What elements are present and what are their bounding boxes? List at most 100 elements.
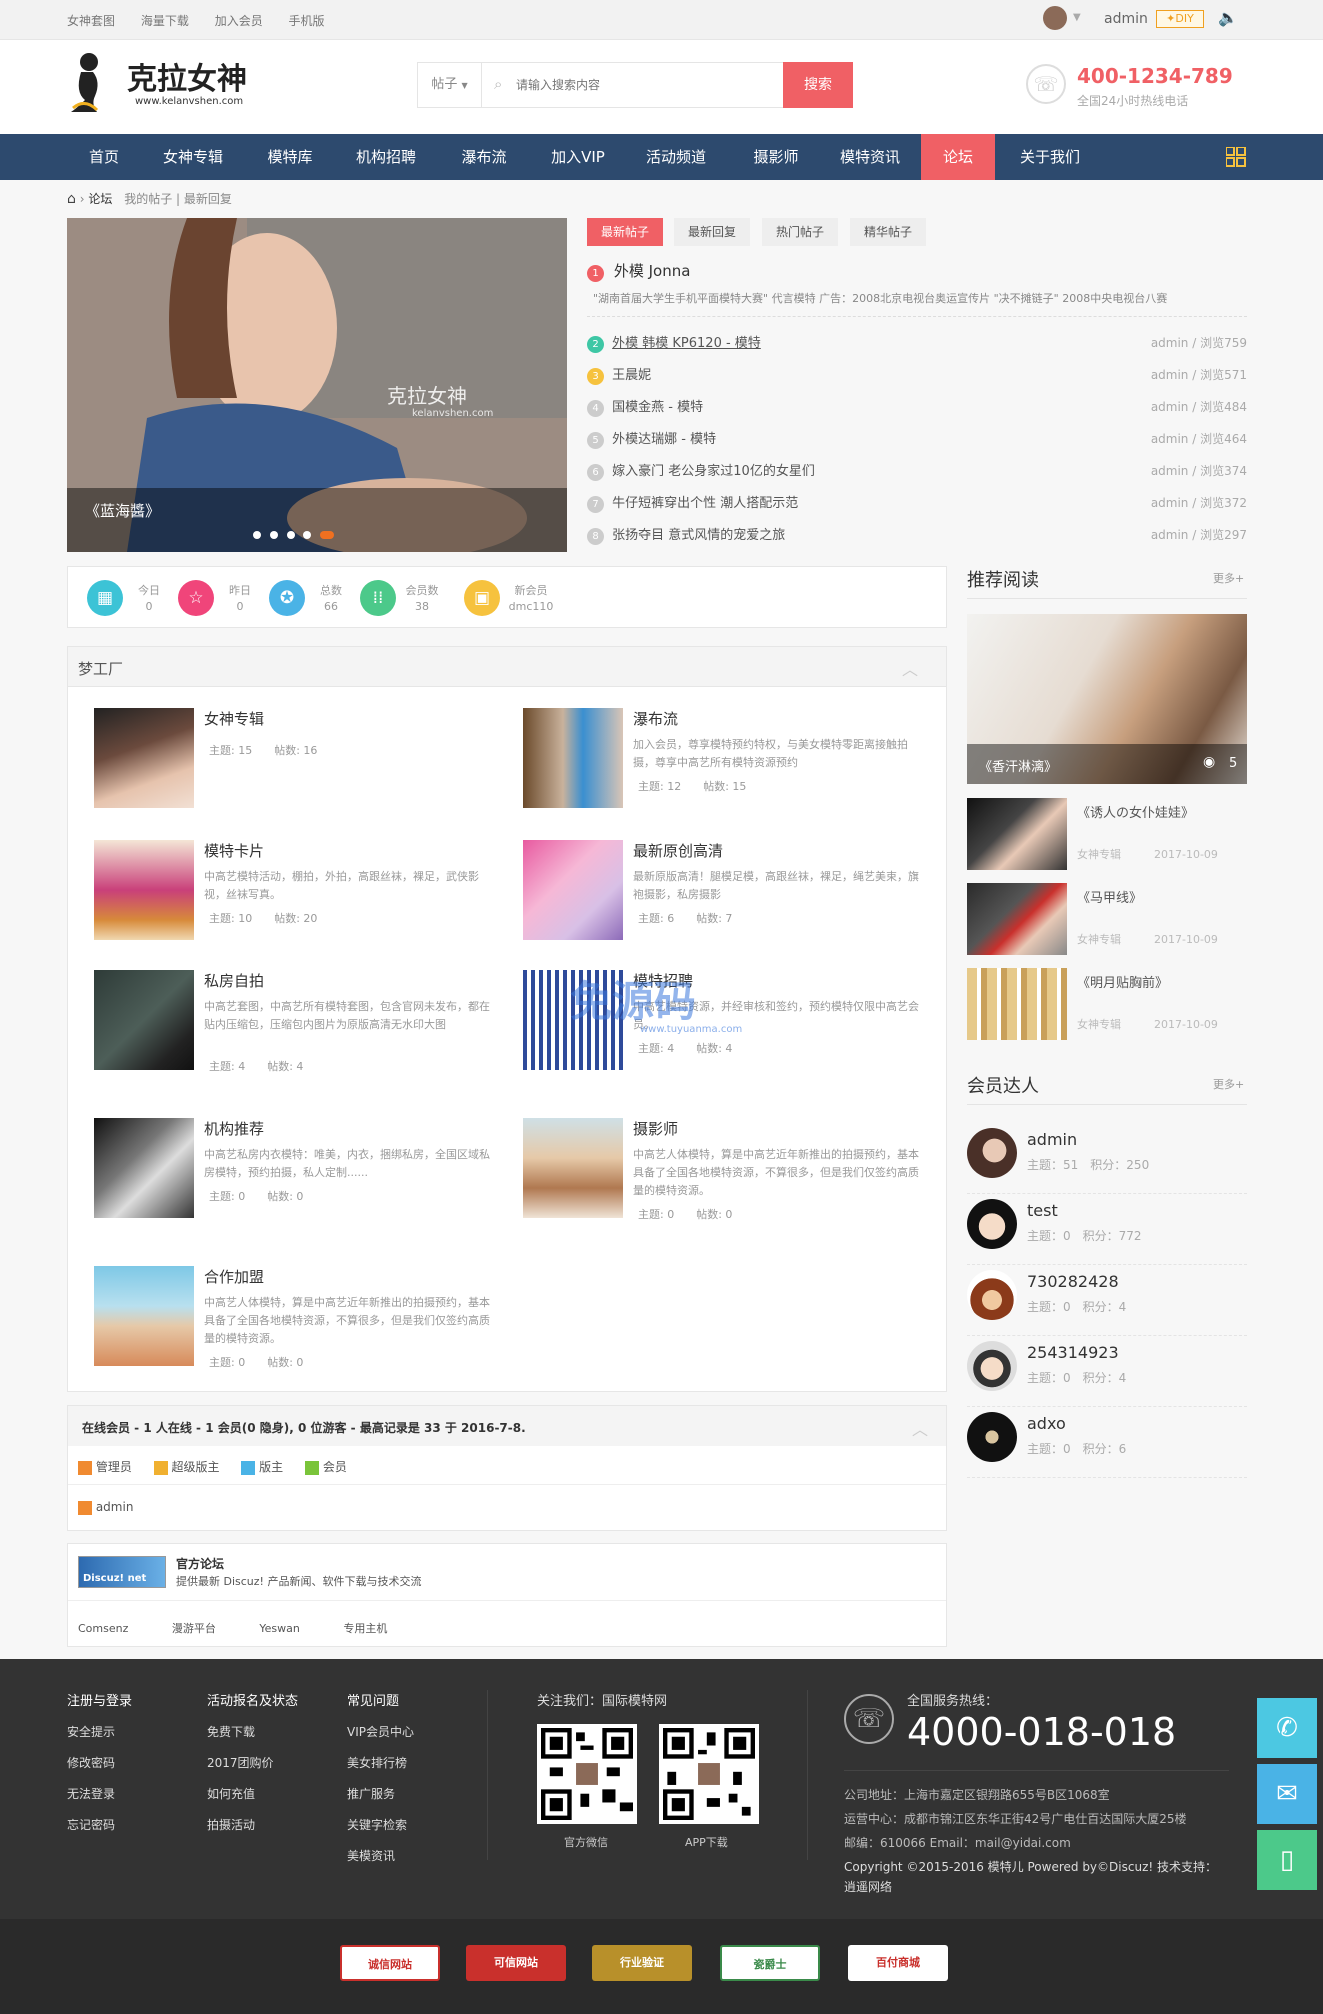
member-item[interactable]: admin 主题：51 积分：250 (967, 1124, 1247, 1194)
post-row[interactable]: 8 张扬夺目 意式风情的宠爱之旅 admin / 浏览297 (587, 524, 1247, 556)
member-item[interactable]: adxo 主题：0 积分：6 (967, 1408, 1247, 1478)
friend-link[interactable]: Comsenz (78, 1622, 128, 1635)
badge-credit[interactable]: 诚信网站 (340, 1945, 440, 1981)
forum-name[interactable]: 模特卡片 (204, 840, 264, 861)
post-title[interactable]: 外模 韩模 KP6120 - 模特 (612, 336, 761, 351)
recommend-thumb[interactable] (967, 798, 1067, 870)
recommend-thumb[interactable] (967, 883, 1067, 955)
forum-item[interactable]: 私房自拍 中高艺套图，中高艺所有模特套图，包含官网未发布，都在贴内压缩包，压缩包… (94, 970, 494, 1080)
badge-ciejueshi[interactable]: 瓷爵士 (720, 1945, 820, 1981)
slider-caption[interactable]: 《蓝海醬》 (85, 500, 160, 521)
chevron-down-icon[interactable]: ▼ (1073, 12, 1081, 23)
top-link[interactable]: 女神套图 (67, 14, 115, 28)
recommend-item-title[interactable]: 《诱人の女仆娃娃》 (1077, 802, 1194, 821)
footer-link[interactable]: 忘记密码 (67, 1816, 132, 1833)
recommend-hero[interactable]: 《香汗淋漓》 ◉ 5 (967, 614, 1247, 784)
footer-link[interactable]: 拍摄活动 (207, 1816, 298, 1833)
slider-dot[interactable] (269, 531, 278, 539)
avatar[interactable] (967, 1199, 1017, 1249)
nav-item[interactable]: 模特资讯 (832, 134, 908, 180)
forum-thumb[interactable] (94, 970, 194, 1070)
footer-link[interactable]: 如何充值 (207, 1785, 298, 1802)
breadcrumb-link[interactable]: 我的帖子 (124, 192, 172, 206)
recommend-item-title[interactable]: 《马甲线》 (1077, 887, 1142, 906)
post-title[interactable]: 张扬夺目 意式风情的宠爱之旅 (612, 528, 785, 543)
member-item[interactable]: 254314923 主题：0 积分：4 (967, 1337, 1247, 1407)
forum-thumb[interactable] (523, 1118, 623, 1218)
forum-thumb[interactable] (523, 840, 623, 940)
members-more[interactable]: 更多+ (1213, 1076, 1244, 1092)
friend-link[interactable]: 专用主机 (343, 1622, 387, 1635)
slider-dot[interactable] (303, 531, 312, 539)
forum-item[interactable]: 女神专辑 主题: 15 帖数: 16 (94, 708, 494, 818)
qq-icon[interactable]: ✆ (1257, 1698, 1317, 1758)
nav-item[interactable]: 女神专辑 (158, 134, 228, 180)
slider-dot[interactable] (286, 531, 295, 539)
badge-industry[interactable]: 行业验证 (592, 1945, 692, 1981)
nav-item[interactable]: 首页 (72, 134, 136, 180)
nav-item[interactable]: 加入VIP (543, 134, 613, 180)
top-post-title[interactable]: 外模 Jonna (614, 262, 691, 280)
recommend-thumb[interactable] (967, 968, 1067, 1040)
diy-button[interactable]: ✦DIY (1156, 10, 1204, 28)
online-user[interactable]: admin (78, 1500, 133, 1515)
mobile-icon[interactable]: ▯ (1257, 1830, 1317, 1890)
post-title[interactable]: 外模达瑞娜 - 模特 (612, 432, 716, 447)
username[interactable]: admin (1104, 11, 1148, 27)
nav-item[interactable]: 模特库 (258, 134, 322, 180)
recommend-item[interactable]: 《明月贴胸前》 女神专辑 2017-10-09 (967, 968, 1247, 1043)
forum-thumb[interactable] (94, 1118, 194, 1218)
avatar[interactable] (967, 1270, 1017, 1320)
recommend-more[interactable]: 更多+ (1213, 570, 1244, 586)
nav-item[interactable]: 机构招聘 (350, 134, 422, 180)
slider-dot[interactable] (253, 531, 261, 539)
slider-dot-active[interactable] (320, 531, 335, 539)
links-title[interactable]: 官方论坛 (176, 1555, 224, 1572)
forum-item[interactable]: 机构推荐 中高艺私房内衣模特：唯美，内衣，捆绑私房，全国区域私房模特，预约拍摄，… (94, 1118, 494, 1228)
logo[interactable]: 克拉女神 www.kelanvshen.com (67, 52, 267, 116)
recommend-item[interactable]: 《诱人の女仆娃娃》 女神专辑 2017-10-09 (967, 798, 1247, 873)
tab-hot[interactable]: 热门帖子 (762, 218, 839, 246)
nav-item[interactable]: 摄影师 (744, 134, 808, 180)
forum-item[interactable]: 模特卡片 中高艺模特活动，棚拍，外拍，高跟丝袜，裸足，武侠影视，丝袜写真。 主题… (94, 840, 494, 950)
post-title[interactable]: 国模金燕 - 模特 (612, 400, 703, 415)
footer-link[interactable]: 修改密码 (67, 1754, 132, 1771)
nav-item[interactable]: 关于我们 (1010, 134, 1090, 180)
home-icon[interactable]: ⌂ (67, 191, 76, 207)
footer-link[interactable]: 推广服务 (347, 1785, 414, 1802)
friend-link[interactable]: Yeswan (259, 1622, 299, 1635)
wechat-icon[interactable]: ✉ (1257, 1764, 1317, 1824)
forum-thumb[interactable] (523, 708, 623, 808)
search-input[interactable] (516, 73, 776, 97)
badge-baifu[interactable]: 百付商城 (848, 1945, 948, 1981)
discuz-logo[interactable]: Discuz! net (78, 1556, 166, 1588)
avatar[interactable] (967, 1341, 1017, 1391)
tab-replies[interactable]: 最新回复 (674, 218, 751, 246)
search-button[interactable]: 搜索 (783, 62, 853, 108)
avatar[interactable] (967, 1128, 1017, 1178)
top-link[interactable]: 海量下载 (141, 14, 189, 28)
footer-link[interactable]: 2017团购价 (207, 1754, 298, 1771)
breadcrumb-link[interactable]: 最新回复 (184, 192, 232, 206)
recommend-item[interactable]: 《马甲线》 女神专辑 2017-10-09 (967, 883, 1247, 958)
forum-name[interactable]: 机构推荐 (204, 1118, 264, 1139)
nav-item[interactable]: 瀑布流 (452, 134, 516, 180)
breadcrumb-forum[interactable]: 论坛 (88, 192, 112, 206)
post-row[interactable]: 2 外模 韩模 KP6120 - 模特 admin / 浏览759 (587, 332, 1247, 364)
search-type-select[interactable]: 帖子 ▼ (418, 63, 482, 107)
top-link[interactable]: 加入会员 (215, 14, 263, 28)
collapse-icon[interactable]: ︿ (902, 656, 918, 680)
post-title[interactable]: 嫁入豪门 老公身家过10亿的女星们 (612, 464, 815, 479)
footer-link[interactable]: VIP会员中心 (347, 1723, 414, 1740)
nav-item[interactable]: 活动频道 (638, 134, 714, 180)
grid-menu-icon[interactable] (1225, 146, 1246, 167)
post-row[interactable]: 3 王晨妮 admin / 浏览571 (587, 364, 1247, 396)
post-title[interactable]: 王晨妮 (612, 368, 651, 383)
forum-thumb[interactable] (94, 840, 194, 940)
member-item[interactable]: 730282428 主题：0 积分：4 (967, 1266, 1247, 1336)
collapse-icon[interactable]: ︿ (912, 1416, 928, 1440)
post-title[interactable]: 牛仔短裤穿出个性 潮人搭配示范 (612, 496, 798, 511)
post-row[interactable]: 7 牛仔短裤穿出个性 潮人搭配示范 admin / 浏览372 (587, 492, 1247, 524)
forum-name[interactable]: 瀑布流 (633, 708, 678, 729)
user-avatar[interactable] (1043, 6, 1067, 30)
